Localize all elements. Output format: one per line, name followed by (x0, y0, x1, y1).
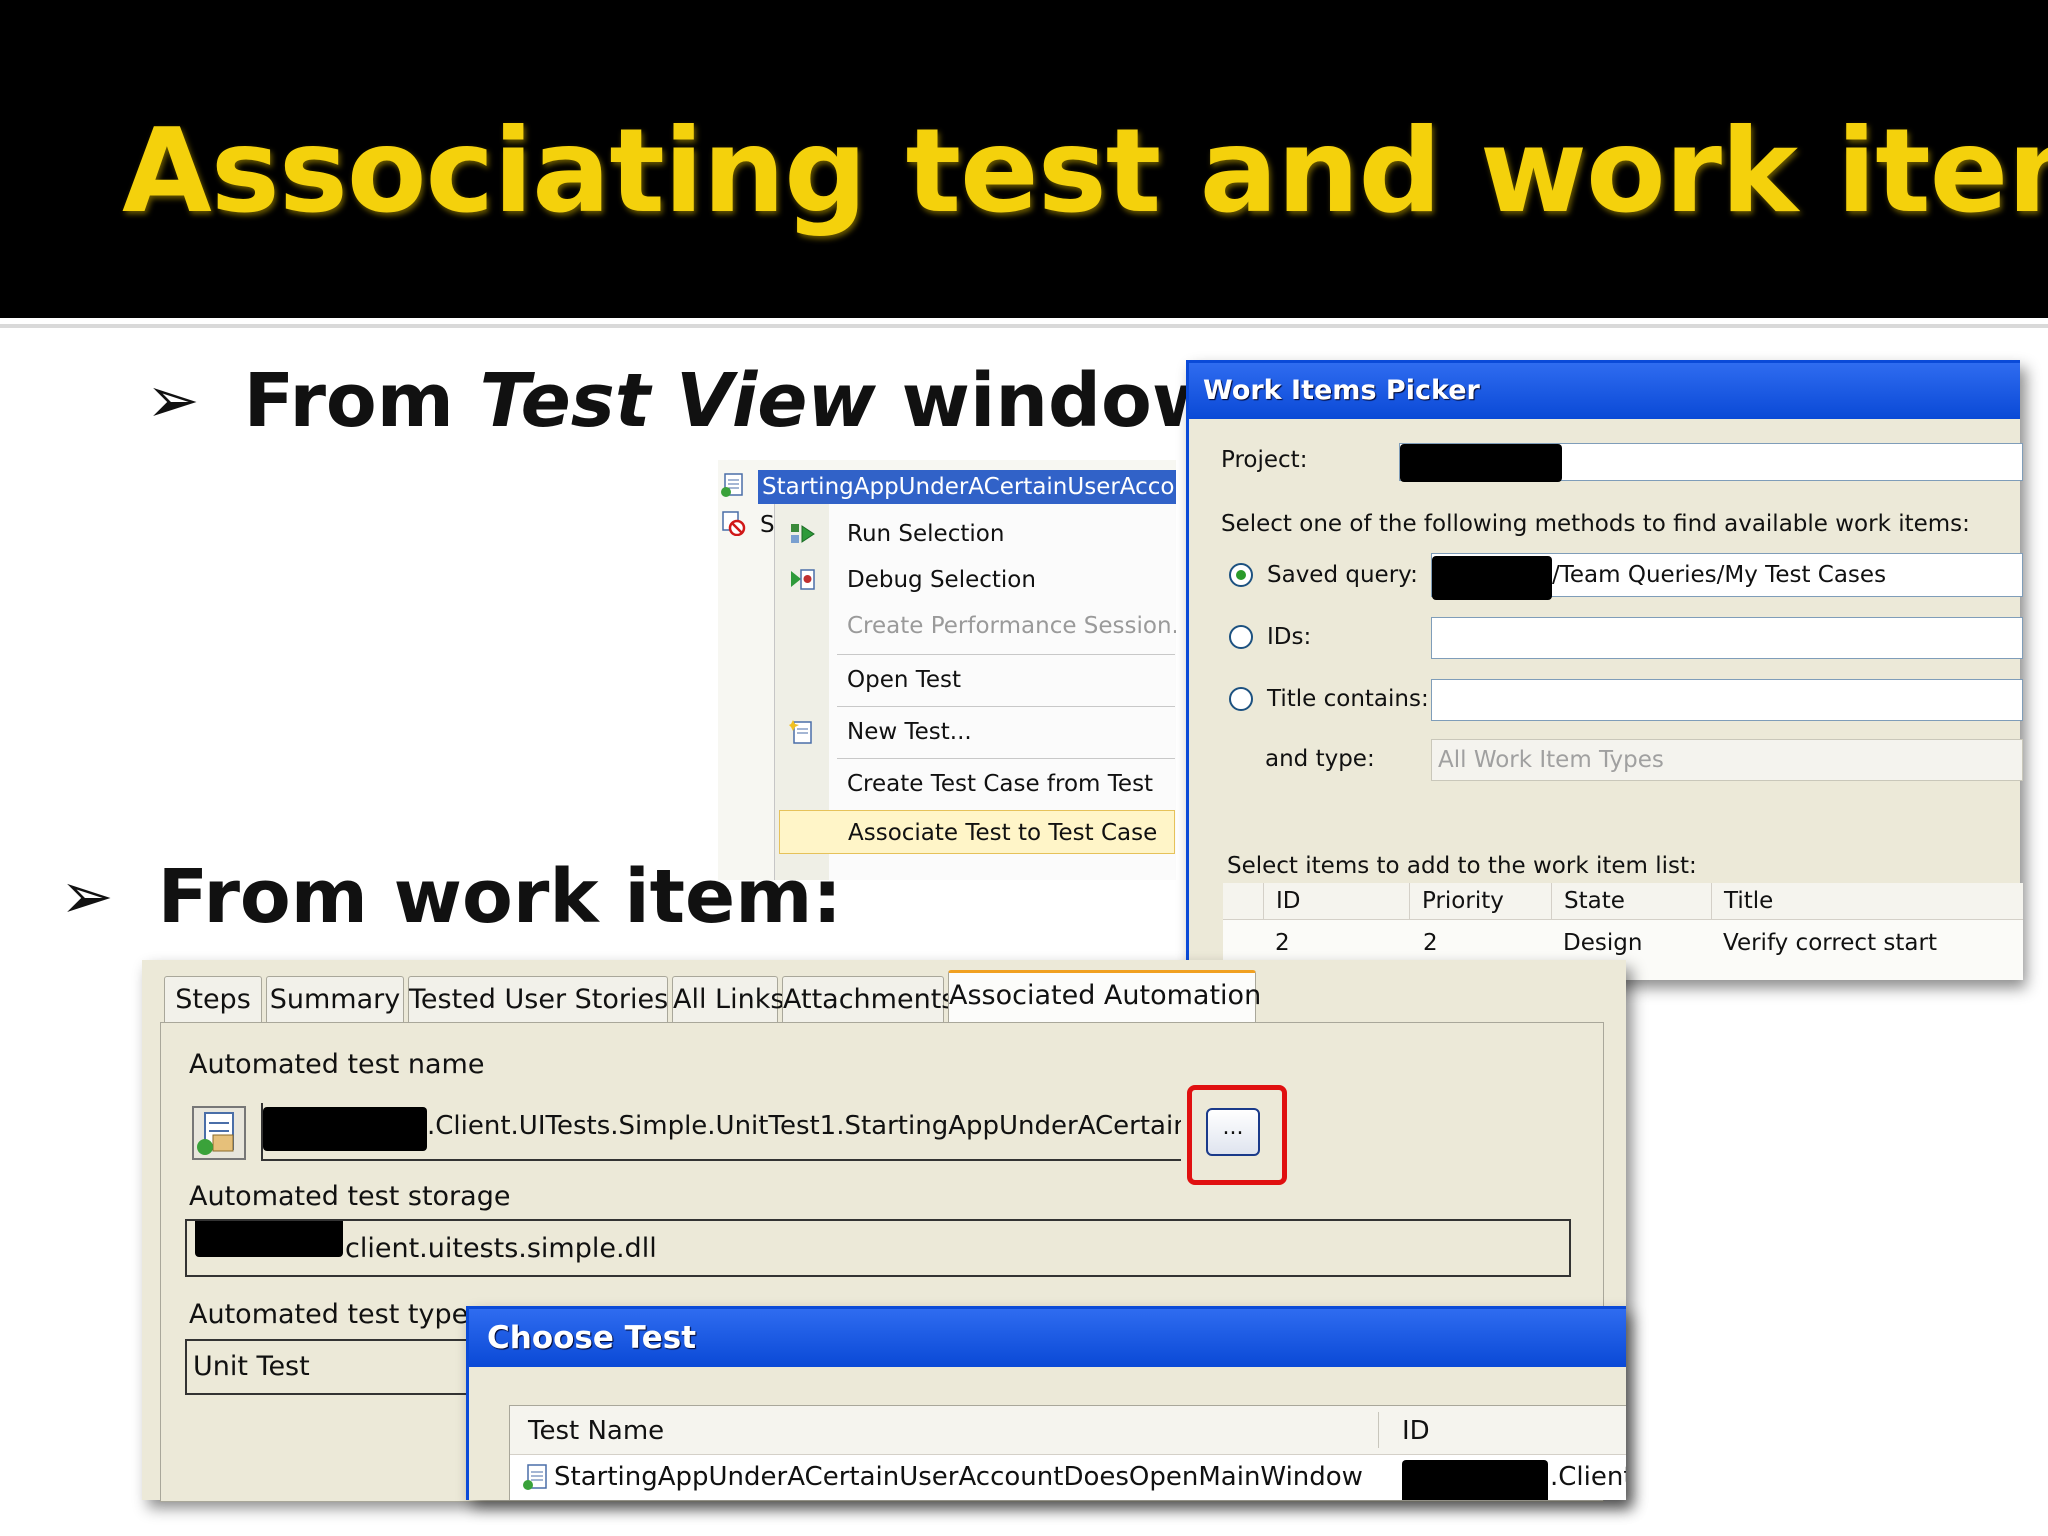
header-divider (0, 324, 2048, 328)
saved-query-value: /Team Queries/My Test Cases (1552, 562, 1887, 588)
title-contains-field[interactable] (1431, 679, 2023, 721)
choose-test-header: Test Name ID (510, 1406, 1626, 1455)
test-view-context-menu: StartingAppUnderACertainUserAccountD S R… (718, 460, 1176, 880)
work-items-picker-title: Work Items Picker (1189, 363, 2020, 419)
column-header-id[interactable]: ID (1263, 883, 1409, 919)
automated-test-storage-field[interactable]: client.uitests.simple.dll (185, 1219, 1571, 1277)
tab-summary[interactable]: Summary (266, 976, 404, 1023)
work-item-type-select[interactable]: All Work Item Types (1431, 739, 2023, 781)
project-label: Project: (1221, 447, 1308, 473)
tab-steps[interactable]: Steps (164, 976, 262, 1023)
new-test-icon (789, 720, 812, 744)
title-contains-radio[interactable] (1229, 687, 1253, 711)
redaction-block (263, 1107, 427, 1151)
choose-test-list: Test Name ID StartingAppUnderACertainUse… (509, 1405, 1626, 1500)
menu-item-create-performance-session[interactable]: Create Performance Session... (775, 604, 1176, 648)
bullet-arrow-icon: ➢ (60, 860, 114, 934)
row-title: Verify correct start (1723, 930, 1937, 956)
ids-field[interactable] (1431, 617, 2023, 659)
and-type-label: and type: (1265, 746, 1375, 772)
test-view-selected-row[interactable]: StartingAppUnderACertainUserAccountD (758, 470, 1176, 504)
saved-query-label: Saved query: (1267, 562, 1418, 588)
menu-item-run-selection[interactable]: Run Selection (775, 512, 1175, 556)
automated-test-type-field[interactable]: Unit Test (185, 1339, 485, 1395)
run-icon (791, 524, 815, 543)
methods-instructions: Select one of the following methods to f… (1221, 511, 1970, 537)
tab-associated-automation[interactable]: Associated Automation (948, 970, 1261, 1027)
menu-item-associate-test[interactable]: Associate Test to Test Case (779, 810, 1175, 854)
automated-test-storage-label: Automated test storage (189, 1181, 511, 1212)
column-header-test-name[interactable]: Test Name (528, 1416, 664, 1446)
menu-separator (837, 706, 1175, 707)
results-list-header: ID Priority State Title (1223, 883, 2023, 920)
automated-test-storage-value: client.uitests.simple.dll (345, 1233, 657, 1264)
bullet-text-prefix: From (243, 358, 480, 444)
table-row[interactable]: StartingAppUnderACertainUserAccountDoesO… (510, 1454, 1626, 1500)
ids-label: IDs: (1267, 624, 1312, 650)
test-file-icon (721, 473, 743, 497)
choose-test-row-id: .Client (1550, 1462, 1626, 1492)
bullet-text-italic: Test View (479, 358, 876, 444)
menu-item-open-test[interactable]: Open Test (775, 658, 1175, 702)
context-menu-list: Run Selection Debug Selection Create Per… (774, 504, 1176, 880)
test-icon (192, 1106, 246, 1160)
bullet-test-view: ➢ From Test View window: (146, 358, 1250, 444)
column-header-state[interactable]: State (1551, 883, 1711, 919)
ids-radio[interactable] (1229, 625, 1253, 649)
project-field[interactable] (1399, 443, 2023, 482)
menu-separator (837, 654, 1175, 655)
test-disabled-icon (722, 511, 746, 536)
automated-test-type-label: Automated test type (189, 1299, 469, 1330)
menu-item-debug-selection[interactable]: Debug Selection (775, 558, 1175, 602)
debug-icon (791, 569, 815, 590)
redaction-block (195, 1221, 343, 1257)
column-header-title[interactable]: Title (1711, 883, 2023, 919)
column-divider (1378, 1412, 1379, 1448)
slide-title: Associating test and work item (122, 104, 2048, 239)
choose-test-dialog: Choose Test Test Name ID StartingAppUnde… (466, 1306, 1626, 1500)
tab-attachments[interactable]: Attachments (782, 976, 955, 1023)
menu-item-new-test[interactable]: New Test... (775, 710, 1175, 754)
test-view-second-row[interactable]: S (760, 512, 775, 538)
work-item-type-value: All Work Item Types (1438, 747, 1664, 773)
row-id: 2 (1275, 930, 1290, 956)
saved-query-field[interactable]: /Team Queries/My Test Cases (1431, 553, 2023, 600)
saved-query-radio[interactable] (1229, 563, 1253, 587)
list-instructions: Select items to add to the work item lis… (1227, 853, 1697, 879)
column-header-priority[interactable]: Priority (1409, 883, 1551, 919)
automated-test-type-value: Unit Test (193, 1351, 310, 1382)
redaction-block (1402, 1460, 1548, 1500)
redaction-block (1432, 556, 1552, 600)
browse-button[interactable]: ... (1206, 1108, 1260, 1156)
automated-test-name-value: .Client.UITests.Simple.UnitTest1.Startin… (427, 1111, 1181, 1141)
automated-test-name-label: Automated test name (189, 1049, 485, 1080)
bullet-arrow-icon: ➢ (146, 364, 200, 438)
menu-item-create-test-case[interactable]: Create Test Case from Test (775, 762, 1175, 806)
tab-tested-user-stories[interactable]: Tested User Stories (408, 976, 668, 1023)
test-file-icon (523, 1464, 547, 1490)
choose-test-row-name: StartingAppUnderACertainUserAccountDoesO… (554, 1462, 1363, 1492)
column-header-id[interactable]: ID (1402, 1416, 1430, 1446)
row-state: Design (1563, 930, 1643, 956)
bullet-work-item: ➢ From work item: (60, 854, 842, 940)
redaction-block (1400, 444, 1562, 482)
menu-separator (837, 758, 1175, 759)
title-contains-label: Title contains: (1267, 686, 1429, 712)
tab-all-links[interactable]: All Links (672, 976, 784, 1023)
bullet-text: From work item: (157, 854, 842, 940)
choose-test-title: Choose Test (469, 1309, 1626, 1367)
automated-test-name-field[interactable]: .Client.UITests.Simple.UnitTest1.Startin… (261, 1103, 1181, 1161)
row-priority: 2 (1423, 930, 1438, 956)
work-items-picker-dialog: Work Items Picker Project: Select one of… (1186, 360, 2023, 980)
browse-highlight: ... (1187, 1085, 1287, 1185)
